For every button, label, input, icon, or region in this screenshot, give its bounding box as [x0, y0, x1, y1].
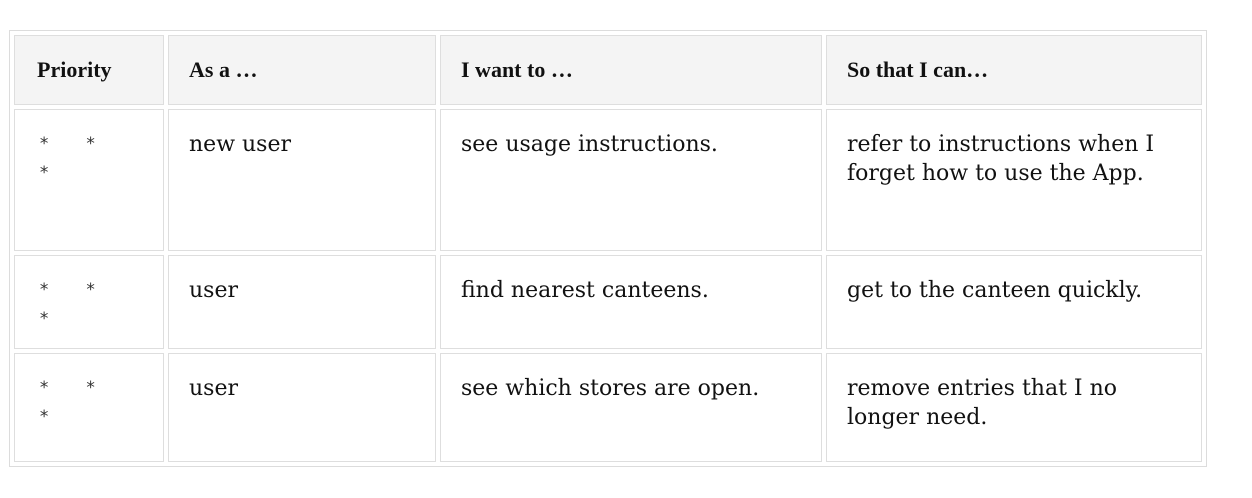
want-cell: find nearest canteens. [440, 255, 822, 349]
so-that-cell: refer to instructions when I forget how … [826, 109, 1202, 251]
user-stories-table-container: Priority As a … I want to … So that I ca… [9, 30, 1207, 467]
table-header-row: Priority As a … I want to … So that I ca… [14, 35, 1202, 105]
so-that-cell: remove entries that I no longer need. [826, 353, 1202, 462]
header-i-want-to: I want to … [440, 35, 822, 105]
as-a-cell: user [168, 353, 436, 462]
want-cell: see usage instructions. [440, 109, 822, 251]
header-so-that-i-can: So that I can… [826, 35, 1202, 105]
table-row: * * * user find nearest canteens. get to… [14, 255, 1202, 349]
want-cell: see which stores are open. [440, 353, 822, 462]
as-a-cell: new user [168, 109, 436, 251]
user-stories-table: Priority As a … I want to … So that I ca… [10, 31, 1206, 466]
header-priority: Priority [14, 35, 164, 105]
table-row: * * * user see which stores are open. re… [14, 353, 1202, 462]
as-a-cell: user [168, 255, 436, 349]
priority-cell: * * * [14, 353, 164, 462]
priority-cell: * * * [14, 109, 164, 251]
so-that-cell: get to the canteen quickly. [826, 255, 1202, 349]
header-as-a: As a … [168, 35, 436, 105]
table-row: * * * new user see usage instructions. r… [14, 109, 1202, 251]
priority-cell: * * * [14, 255, 164, 349]
